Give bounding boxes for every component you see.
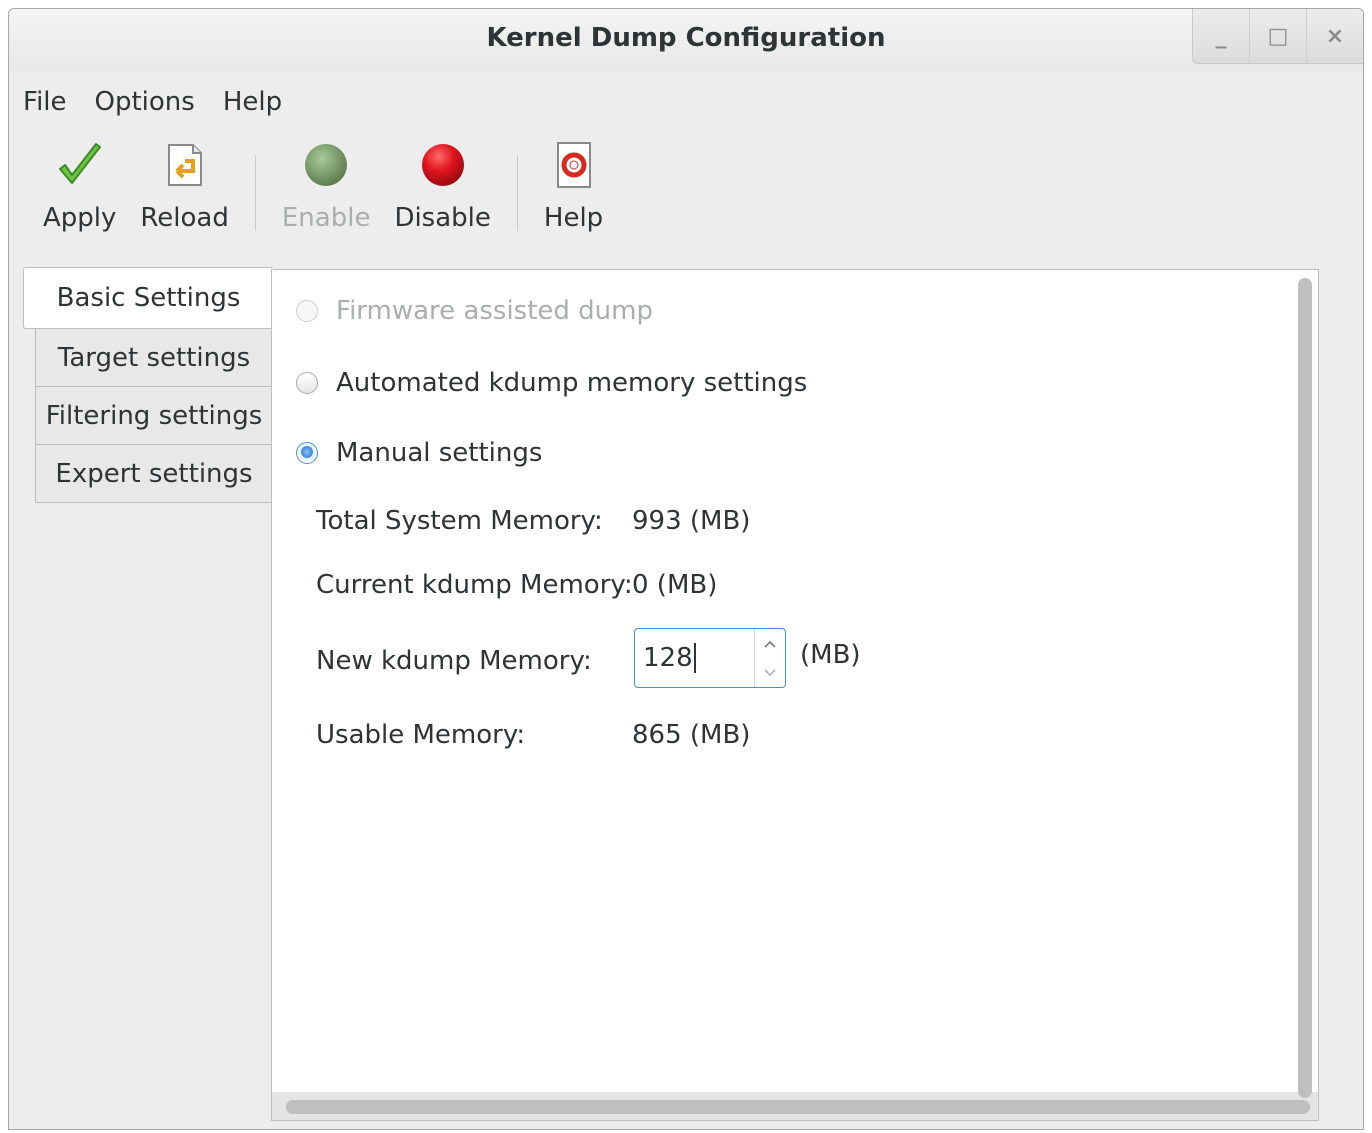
usable-memory-value: 865 (MB) bbox=[632, 720, 751, 750]
spin-buttons bbox=[754, 629, 785, 687]
decrement-button[interactable] bbox=[755, 658, 785, 687]
basic-settings-panel: Firmware assisted dump Automated kdump m… bbox=[271, 269, 1319, 1121]
chevron-up-icon bbox=[764, 640, 776, 648]
chevron-down-icon bbox=[764, 668, 776, 676]
help-button[interactable]: Help bbox=[532, 139, 615, 233]
automated-memory-radio[interactable] bbox=[296, 372, 318, 394]
title-bar[interactable]: Kernel Dump Configuration _ □ × bbox=[9, 9, 1363, 71]
red-circle-icon bbox=[417, 139, 469, 191]
help-lifebuoy-icon bbox=[548, 139, 600, 191]
firmware-dump-radio[interactable] bbox=[296, 300, 318, 322]
toolbar-separator bbox=[254, 155, 256, 231]
vertical-scrollbar[interactable] bbox=[1298, 278, 1312, 1098]
enable-button[interactable]: Enable bbox=[270, 139, 383, 233]
manual-settings-option[interactable]: Manual settings bbox=[296, 438, 542, 468]
apply-label: Apply bbox=[43, 203, 117, 233]
tab-filtering-settings[interactable]: Filtering settings bbox=[35, 387, 273, 445]
menu-help[interactable]: Help bbox=[223, 87, 296, 117]
close-button[interactable]: × bbox=[1306, 9, 1363, 63]
toolbar: Apply Reload Enable Disable Help bbox=[31, 139, 615, 249]
checkmark-icon bbox=[54, 139, 106, 191]
new-memory-input[interactable]: 128 bbox=[635, 643, 754, 673]
reload-document-icon bbox=[159, 139, 211, 191]
text-cursor bbox=[693, 643, 696, 673]
toolbar-separator bbox=[516, 155, 518, 231]
manual-settings-label: Manual settings bbox=[336, 438, 543, 468]
automated-memory-option[interactable]: Automated kdump memory settings bbox=[296, 368, 807, 398]
disable-button[interactable]: Disable bbox=[382, 139, 502, 233]
apply-button[interactable]: Apply bbox=[31, 139, 128, 233]
new-memory-value: 128 bbox=[643, 643, 693, 673]
current-memory-label: Current kdump Memory: bbox=[316, 570, 633, 600]
horizontal-scrollbar[interactable] bbox=[286, 1100, 1310, 1114]
window-controls: _ □ × bbox=[1192, 9, 1363, 64]
window-title: Kernel Dump Configuration bbox=[486, 23, 886, 53]
reload-label: Reload bbox=[140, 203, 229, 233]
enable-label: Enable bbox=[281, 203, 371, 233]
kdump-window: Kernel Dump Configuration _ □ × File Opt… bbox=[8, 8, 1364, 1130]
new-memory-unit: (MB) bbox=[800, 640, 861, 670]
new-memory-label: New kdump Memory: bbox=[316, 646, 592, 676]
firmware-dump-label: Firmware assisted dump bbox=[336, 296, 653, 326]
menu-bar: File Options Help bbox=[23, 87, 310, 117]
green-circle-icon bbox=[300, 139, 352, 191]
tab-basic-settings[interactable]: Basic Settings bbox=[23, 267, 273, 329]
reload-button[interactable]: Reload bbox=[128, 139, 240, 233]
settings-tabs: Basic Settings Target settings Filtering… bbox=[23, 267, 273, 503]
menu-options[interactable]: Options bbox=[95, 87, 209, 117]
disable-label: Disable bbox=[394, 203, 491, 233]
total-memory-label: Total System Memory: bbox=[316, 506, 603, 536]
firmware-assisted-dump-option[interactable]: Firmware assisted dump bbox=[296, 296, 653, 326]
usable-memory-label: Usable Memory: bbox=[316, 720, 526, 750]
help-label: Help bbox=[543, 203, 604, 233]
minimize-button[interactable]: _ bbox=[1193, 9, 1249, 63]
current-memory-value: 0 (MB) bbox=[632, 570, 718, 600]
tab-target-settings[interactable]: Target settings bbox=[35, 329, 273, 387]
increment-button[interactable] bbox=[755, 629, 785, 658]
tab-expert-settings[interactable]: Expert settings bbox=[35, 445, 273, 503]
new-memory-spinbox[interactable]: 128 bbox=[634, 628, 786, 688]
manual-settings-radio[interactable] bbox=[296, 442, 318, 464]
menu-file[interactable]: File bbox=[23, 87, 81, 117]
total-memory-value: 993 (MB) bbox=[632, 506, 751, 536]
maximize-button[interactable]: □ bbox=[1249, 9, 1306, 63]
automated-memory-label: Automated kdump memory settings bbox=[336, 368, 808, 398]
